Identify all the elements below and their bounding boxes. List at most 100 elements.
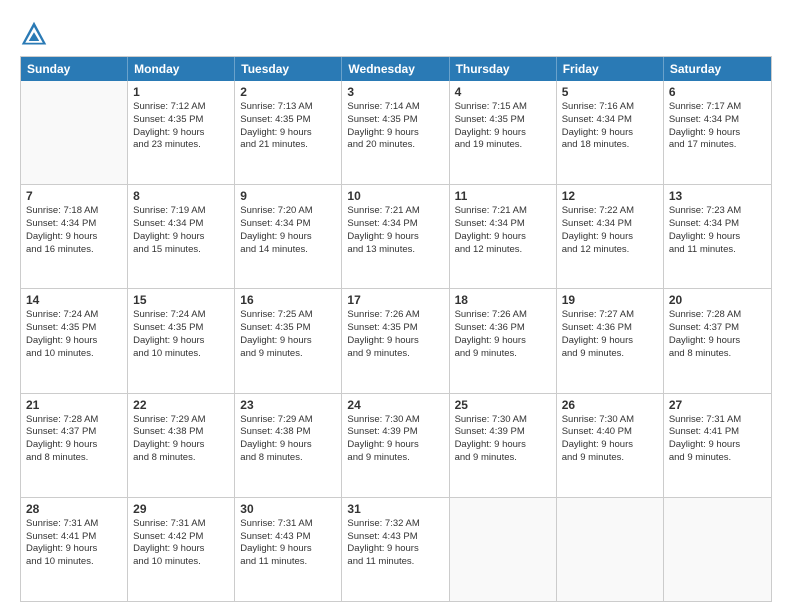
- sunrise-text: Sunrise: 7:29 AM: [240, 414, 336, 427]
- sunrise-text: Sunrise: 7:30 AM: [562, 414, 658, 427]
- calendar-row-4: 28Sunrise: 7:31 AMSunset: 4:41 PMDayligh…: [21, 498, 771, 601]
- day-cell-4: 4Sunrise: 7:15 AMSunset: 4:35 PMDaylight…: [450, 81, 557, 184]
- daylight-text-cont: and 13 minutes.: [347, 244, 443, 257]
- daylight-text-cont: and 9 minutes.: [240, 348, 336, 361]
- empty-cell: [450, 498, 557, 601]
- day-cell-24: 24Sunrise: 7:30 AMSunset: 4:39 PMDayligh…: [342, 394, 449, 497]
- day-number: 17: [347, 293, 443, 307]
- daylight-text-cont: and 12 minutes.: [562, 244, 658, 257]
- day-cell-20: 20Sunrise: 7:28 AMSunset: 4:37 PMDayligh…: [664, 289, 771, 392]
- day-number: 22: [133, 398, 229, 412]
- calendar-row-0: 1 Sunrise: 7:12 AM Sunset: 4:35 PM Daylight…: [21, 81, 771, 185]
- day-cell-25: 25Sunrise: 7:30 AMSunset: 4:39 PMDayligh…: [450, 394, 557, 497]
- daylight-text: Daylight: 9 hours: [133, 127, 229, 140]
- daylight-text: Daylight: 9 hours: [455, 231, 551, 244]
- day-number: 20: [669, 293, 766, 307]
- daylight-text: Daylight: 9 hours: [562, 335, 658, 348]
- sunset-text: Sunset: 4:34 PM: [669, 114, 766, 127]
- day-cell-10: 10Sunrise: 7:21 AMSunset: 4:34 PMDayligh…: [342, 185, 449, 288]
- sunset-text: Sunset: 4:37 PM: [669, 322, 766, 335]
- sunset-text: Sunset: 4:38 PM: [133, 426, 229, 439]
- daylight-text: Daylight: 9 hours: [240, 127, 336, 140]
- day-number: 9: [240, 189, 336, 203]
- daylight-text-cont: and 11 minutes.: [669, 244, 766, 257]
- day-number: 30: [240, 502, 336, 516]
- empty-cell: [664, 498, 771, 601]
- daylight-text-cont: and 9 minutes.: [455, 348, 551, 361]
- sunset-text: Sunset: 4:35 PM: [455, 114, 551, 127]
- daylight-text-cont: and 10 minutes.: [133, 348, 229, 361]
- sunset-text: Sunset: 4:42 PM: [133, 531, 229, 544]
- calendar-header: SundayMondayTuesdayWednesdayThursdayFrid…: [21, 57, 771, 81]
- daylight-text-cont: and 9 minutes.: [562, 452, 658, 465]
- day-cell-3: 3Sunrise: 7:14 AMSunset: 4:35 PMDaylight…: [342, 81, 449, 184]
- day-number: 1: [133, 85, 229, 99]
- sunset-text: Sunset: 4:34 PM: [562, 114, 658, 127]
- sunrise-text: Sunrise: 7:31 AM: [240, 518, 336, 531]
- daylight-text: Daylight: 9 hours: [562, 127, 658, 140]
- day-cell-15: 15Sunrise: 7:24 AMSunset: 4:35 PMDayligh…: [128, 289, 235, 392]
- sunset-text: Sunset: 4:38 PM: [240, 426, 336, 439]
- day-number: 15: [133, 293, 229, 307]
- sunrise-text: Sunrise: 7:31 AM: [669, 414, 766, 427]
- sunrise-text: Sunrise: 7:31 AM: [26, 518, 122, 531]
- daylight-text-cont: and 20 minutes.: [347, 139, 443, 152]
- sunrise-text: Sunrise: 7:24 AM: [133, 309, 229, 322]
- header-day-monday: Monday: [128, 57, 235, 81]
- daylight-text-cont: and 12 minutes.: [455, 244, 551, 257]
- daylight-text: Daylight: 9 hours: [669, 231, 766, 244]
- daylight-text: Daylight: 9 hours: [562, 439, 658, 452]
- day-cell-22: 22Sunrise: 7:29 AMSunset: 4:38 PMDayligh…: [128, 394, 235, 497]
- day-number: 28: [26, 502, 122, 516]
- daylight-text: Daylight: 9 hours: [240, 335, 336, 348]
- sunrise-text: Sunrise: 7:21 AM: [455, 205, 551, 218]
- daylight-text-cont: and 9 minutes.: [562, 348, 658, 361]
- daylight-text-cont: and 10 minutes.: [26, 348, 122, 361]
- sunrise-text: Sunrise: 7:26 AM: [455, 309, 551, 322]
- day-cell-29: 29Sunrise: 7:31 AMSunset: 4:42 PMDayligh…: [128, 498, 235, 601]
- daylight-text: Daylight: 9 hours: [26, 543, 122, 556]
- sunrise-text: Sunrise: 7:14 AM: [347, 101, 443, 114]
- daylight-text-cont: and 8 minutes.: [669, 348, 766, 361]
- daylight-text: Daylight: 9 hours: [669, 127, 766, 140]
- day-number: 21: [26, 398, 122, 412]
- day-number: 6: [669, 85, 766, 99]
- daylight-text: Daylight: 9 hours: [133, 543, 229, 556]
- day-cell-1: 1Sunrise: 7:12 AMSunset: 4:35 PMDaylight…: [128, 81, 235, 184]
- header-day-thursday: Thursday: [450, 57, 557, 81]
- daylight-text: Daylight: 9 hours: [455, 439, 551, 452]
- daylight-text-cont: and 18 minutes.: [562, 139, 658, 152]
- sunrise-text: Sunrise: 7:29 AM: [133, 414, 229, 427]
- day-number: 31: [347, 502, 443, 516]
- daylight-text-cont: and 23 minutes.: [133, 139, 229, 152]
- sunrise-text: Sunrise: 7:13 AM: [240, 101, 336, 114]
- day-cell-26: 26Sunrise: 7:30 AMSunset: 4:40 PMDayligh…: [557, 394, 664, 497]
- daylight-text-cont: and 14 minutes.: [240, 244, 336, 257]
- daylight-text-cont: and 16 minutes.: [26, 244, 122, 257]
- daylight-text: Daylight: 9 hours: [240, 543, 336, 556]
- day-number: 25: [455, 398, 551, 412]
- daylight-text: Daylight: 9 hours: [26, 231, 122, 244]
- day-cell-16: 16Sunrise: 7:25 AMSunset: 4:35 PMDayligh…: [235, 289, 342, 392]
- sunset-text: Sunset: 4:43 PM: [240, 531, 336, 544]
- daylight-text-cont: and 9 minutes.: [455, 452, 551, 465]
- calendar-row-1: 7Sunrise: 7:18 AMSunset: 4:34 PMDaylight…: [21, 185, 771, 289]
- daylight-text: Daylight: 9 hours: [347, 439, 443, 452]
- sunrise-text: Sunrise: 7:18 AM: [26, 205, 122, 218]
- day-number: 27: [669, 398, 766, 412]
- sunset-text: Sunset: 4:40 PM: [562, 426, 658, 439]
- day-cell-7: 7Sunrise: 7:18 AMSunset: 4:34 PMDaylight…: [21, 185, 128, 288]
- day-number: 4: [455, 85, 551, 99]
- day-cell-2: 2Sunrise: 7:13 AMSunset: 4:35 PMDaylight…: [235, 81, 342, 184]
- calendar-page: SundayMondayTuesdayWednesdayThursdayFrid…: [0, 0, 792, 612]
- sunrise-text: Sunrise: 7:30 AM: [455, 414, 551, 427]
- sunset-text: Sunset: 4:35 PM: [133, 322, 229, 335]
- sunset-text: Sunset: 4:34 PM: [669, 218, 766, 231]
- day-cell-14: 14Sunrise: 7:24 AMSunset: 4:35 PMDayligh…: [21, 289, 128, 392]
- sunset-text: Sunset: 4:34 PM: [240, 218, 336, 231]
- sunset-text: Sunset: 4:34 PM: [347, 218, 443, 231]
- sunrise-text: Sunrise: 7:12 AM: [133, 101, 229, 114]
- daylight-text-cont: and 8 minutes.: [26, 452, 122, 465]
- daylight-text: Daylight: 9 hours: [26, 439, 122, 452]
- sunrise-text: Sunrise: 7:16 AM: [562, 101, 658, 114]
